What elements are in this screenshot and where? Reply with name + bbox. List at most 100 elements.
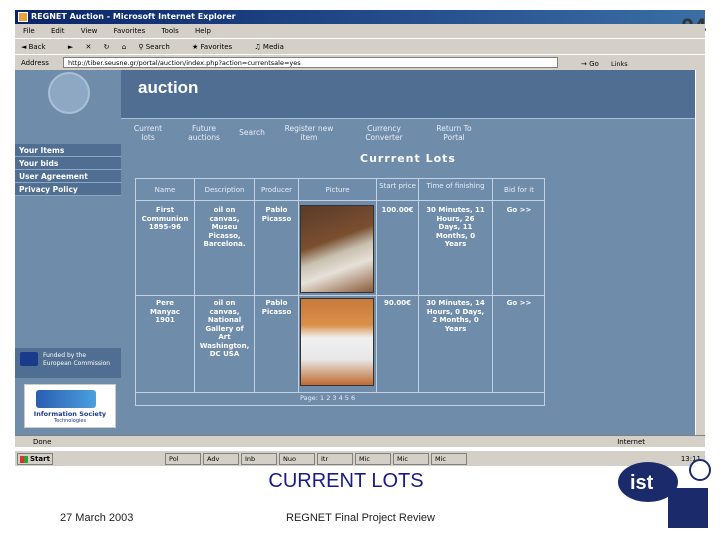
start-button[interactable]: Start (17, 453, 53, 465)
sidebar-item-user-agreement[interactable]: User Agreement (15, 170, 121, 183)
taskbar-button[interactable]: Inb (241, 453, 277, 465)
table-divider (135, 200, 545, 201)
nav-label: Return To (436, 124, 472, 133)
ist-logo-icon: ist (618, 459, 711, 528)
address-input[interactable]: http://tiber.seusne.gr/portal/auction/in… (63, 57, 558, 68)
nav-current-lots[interactable]: Current lots (127, 124, 169, 142)
column-header-start-price: Start price (379, 182, 416, 190)
address-label: Address (21, 59, 49, 67)
bid-link[interactable]: Go >> (493, 206, 545, 215)
menu-file[interactable]: File (23, 27, 35, 35)
lot-start-price: 100.00€ (381, 206, 414, 214)
browser-toolbar: ◄ Back ► ✕ ↻ ⌂ ⚲ Search ★ Favorites ♫ Me… (15, 38, 705, 54)
lot-description-line: Art (218, 333, 231, 341)
site-banner (121, 70, 695, 118)
isoc-text: Technologies (53, 418, 87, 424)
taskbar-button[interactable]: Adv (203, 453, 239, 465)
lot-producer: Pablo Picasso (255, 206, 298, 223)
pagination[interactable]: Page: 1 2 3 4 5 6 (300, 394, 355, 402)
bid-link[interactable]: Go >> (493, 299, 545, 308)
menu-view[interactable]: View (81, 27, 98, 35)
refresh-button[interactable]: ↻ (104, 43, 110, 51)
table-divider (135, 392, 545, 393)
status-text: Done (33, 438, 52, 446)
taskbar-button[interactable]: Mic (393, 453, 429, 465)
menu-favorites[interactable]: Favorites (114, 27, 146, 35)
menu-tools[interactable]: Tools (161, 27, 178, 35)
lot-description-line: canvas, (209, 214, 240, 223)
column-header-name: Name (154, 186, 176, 194)
lot-description-line: National (207, 316, 242, 324)
lot-description-line: canvas, (209, 307, 240, 316)
nav-register-item[interactable]: Register new item (273, 124, 345, 142)
nav-currency-converter[interactable]: Currency Converter (357, 124, 411, 142)
nav-search[interactable]: Search (233, 128, 271, 137)
taskbar-button[interactable]: Pol (165, 453, 201, 465)
nav-label: Converter (365, 133, 403, 142)
nav-return-portal[interactable]: Return To Portal (427, 124, 481, 142)
sidebar-item-your-bids[interactable]: Your bids (15, 157, 121, 170)
lot-producer-line: Picasso (261, 214, 292, 223)
lot-picture-pere-manyac[interactable] (300, 298, 374, 386)
nav-label: lots (141, 133, 155, 142)
lot-producer-line: Pablo (265, 299, 288, 307)
media-button[interactable]: ♫ Media (254, 43, 294, 51)
sidebar-item-your-items[interactable]: Your Items (15, 144, 121, 157)
search-button[interactable]: ⚲ Search (138, 43, 179, 51)
column-header-description: Description (204, 186, 245, 194)
footer-date: 27 March 2003 (60, 512, 134, 524)
media-label: Media (262, 43, 284, 51)
isoc-text: Information Society (33, 410, 107, 418)
nav-label: auctions (188, 133, 220, 142)
eu-text: European Commission (43, 360, 111, 367)
lot-name: First Communion 1895-96 (136, 206, 194, 232)
lot-description-line: Picasso, (208, 231, 241, 240)
forward-button[interactable]: ► (68, 43, 73, 51)
lot-name-line: Manyac (149, 307, 181, 316)
taskbar-button[interactable]: Mic (355, 453, 391, 465)
menu-edit[interactable]: Edit (51, 27, 65, 35)
go-label: Go (589, 60, 599, 68)
taskbar-button[interactable]: Mic (431, 453, 467, 465)
nav-future-auctions[interactable]: Future auctions (183, 124, 225, 142)
stop-button[interactable]: ✕ (85, 43, 91, 51)
taskbar-button[interactable]: Itr (317, 453, 353, 465)
nav-label: item (300, 133, 318, 142)
ie-icon (18, 12, 28, 22)
lot-finish-line: Years (444, 324, 467, 333)
lot-name: Pere Manyac 1901 (136, 299, 194, 325)
nav-label: Current (133, 124, 163, 133)
svg-text:ist: ist (630, 472, 654, 494)
nav-label: Future (192, 124, 216, 133)
lot-name-line: 1901 (155, 316, 175, 324)
lot-description-line: oil on (213, 299, 236, 307)
menu-help[interactable]: Help (195, 27, 211, 35)
lot-name-line: 1895-96 (148, 223, 182, 231)
lot-producer: Pablo Picasso (255, 299, 298, 316)
nav-label: Portal (443, 133, 465, 142)
auction-logo-icon (48, 72, 90, 114)
lot-producer-line: Picasso (261, 307, 292, 316)
footer-title: REGNET Final Project Review (286, 512, 435, 524)
nav-label: Search (239, 128, 265, 137)
lot-name-line: Communion (141, 214, 189, 223)
sidebar-item-privacy-policy[interactable]: Privacy Policy (15, 183, 121, 196)
lot-name-line: Pere (155, 299, 175, 307)
lot-picture-first-communion[interactable] (300, 205, 374, 293)
lot-description: oil on canvas, Museu Picasso, Barcelona. (195, 206, 254, 249)
taskbar-button[interactable]: Nuo (279, 453, 315, 465)
vertical-scrollbar[interactable] (695, 70, 705, 435)
nav-label: Register new (284, 124, 334, 133)
home-button[interactable]: ⌂ (122, 43, 126, 51)
lot-finish-line: Years (444, 240, 467, 248)
lot-description-line: Barcelona. (203, 240, 246, 248)
lot-description-line: Washington, (199, 341, 250, 350)
page-title: Currrent Lots (360, 152, 456, 165)
windows-taskbar: Start Pol Adv Inb Nuo Itr Mic Mic Mic 13… (15, 450, 705, 466)
lot-producer-line: Pablo (265, 206, 288, 214)
favorites-label: Favorites (200, 43, 233, 51)
favorites-button[interactable]: ★ Favorites (192, 43, 242, 51)
lot-start-price: 90.00€ (383, 299, 411, 307)
search-label: Search (145, 43, 170, 51)
back-button[interactable]: ◄ Back (21, 43, 56, 51)
